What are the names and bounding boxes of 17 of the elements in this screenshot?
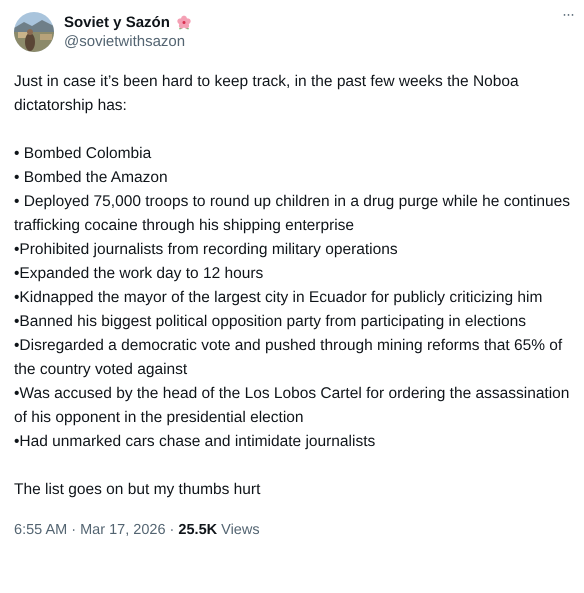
flower-icon [176,14,192,30]
list-item: • Bombed Colombia [14,144,152,164]
post-meta: 6:55 AM · Mar 17, 2026 · 25.5K Views [14,522,261,538]
list-item: •Had unmarked cars chase and intimidate journalists [14,432,376,452]
list-item: •Kidnapped the mayor of the largest city in Ecuador for publicly criticizing him [14,288,544,308]
list-item: •Disregarded a democratic vote and pushed through mining reforms that 65% of the country voted against [14,336,564,380]
post-text: The list goes on but my thumbs hurt [14,480,262,500]
list-item: • Deployed 75,000 troops to round up children in a drug purge while he continues trafficking cocaine through his shipping enterprise [14,192,572,236]
more-button[interactable]: ··· [562,6,574,23]
post-text: Just in case it’s been hard to keep track, in the past few weeks the Noboa dictatorship has: [14,72,520,116]
list-item: •Prohibited journalists from recording military operations [14,240,399,260]
list-item: •Expanded the work day to 12 hours [14,264,264,284]
author-handle[interactable]: @sovietwithsazon [64,33,552,50]
list-item: •Was accused by the head of the Los Lobos Cartel for ordering the assassination of his opponent in the presidential election [14,384,570,428]
list-item: •Banned his biggest political opposition party from participating in elections [14,312,528,332]
list-item: • Bombed the Amazon [14,168,169,188]
author-name[interactable]: Soviet y Sazón [64,14,170,31]
